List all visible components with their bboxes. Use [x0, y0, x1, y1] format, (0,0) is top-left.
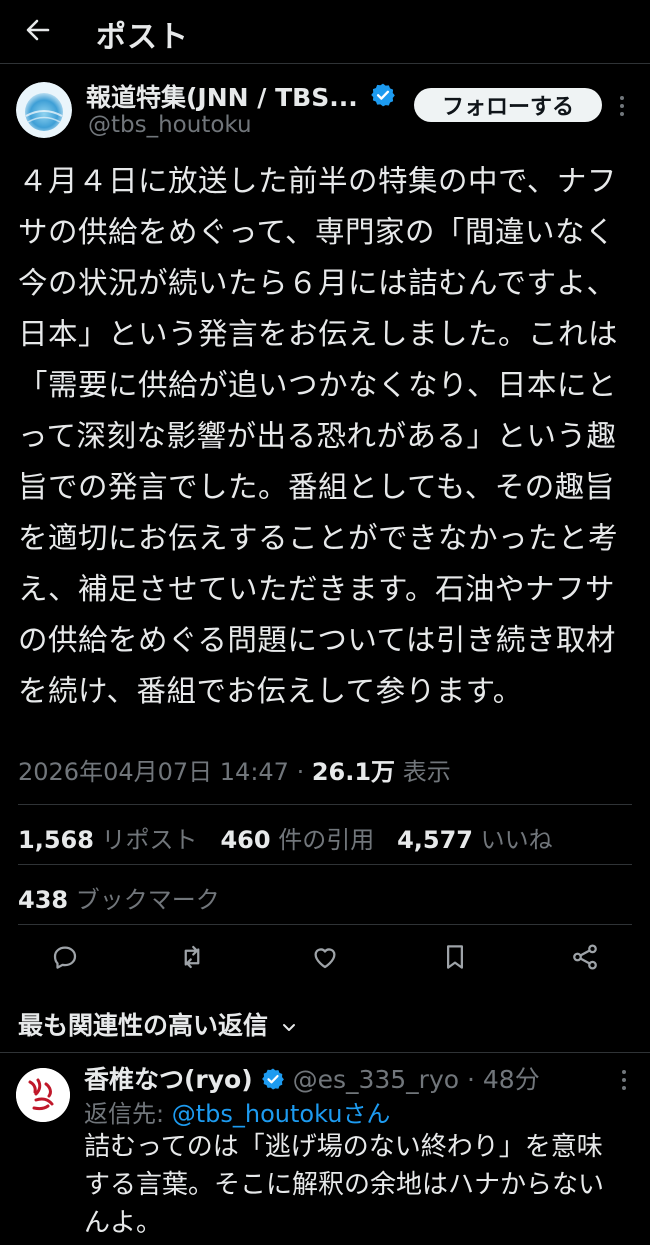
likes-count: 4,577	[397, 826, 474, 854]
quotes-label: 件の引用	[270, 826, 375, 854]
reposts-stat[interactable]: 1,568 リポスト	[18, 826, 198, 854]
sort-label: 最も関連性の高い返信	[18, 1011, 269, 1040]
quotes-stat[interactable]: 460 件の引用	[220, 826, 374, 854]
share-icon[interactable]	[570, 942, 600, 972]
post-text: ４月４日に放送した前半の特集の中で、ナフサの供給をめぐって、専門家の「間違いなく…	[18, 164, 619, 708]
author-handle[interactable]: @tbs_houtoku	[88, 112, 252, 138]
reply-author-name[interactable]: 香椎なつ(ryo)	[84, 1065, 253, 1094]
more-options-icon[interactable]	[620, 1068, 628, 1092]
views-count: 26.1万	[311, 758, 396, 786]
chevron-down-icon	[281, 1019, 297, 1035]
reply-to: 返信先: @tbs_houtokuさん	[84, 1094, 390, 1129]
avatar[interactable]	[16, 82, 72, 138]
divider	[18, 864, 632, 865]
views-label: 表示	[395, 758, 451, 786]
reposts-label: リポスト	[93, 826, 198, 854]
reply-header: 香椎なつ(ryo) @es_335_ryo · 48分	[84, 1060, 540, 1096]
reply-to-prefix: 返信先:	[84, 1100, 172, 1128]
reply-author-handle[interactable]: @es_335_ryo	[293, 1065, 460, 1094]
reply-to-link[interactable]: @tbs_houtokuさん	[172, 1100, 391, 1128]
divider	[18, 924, 632, 925]
post-meta: 2026年04月07日 14:47 · 26.1万 表示	[18, 752, 451, 787]
meta-separator: ·	[288, 758, 312, 786]
bookmark-icon[interactable]	[440, 942, 470, 972]
reply-text: 詰むってのは「逃げ場のない終わり」を意味する言葉。そこに解釈の余地はハナからない…	[84, 1132, 605, 1238]
likes-label: いいね	[473, 826, 553, 854]
engagement-stats: 1,568 リポスト 460 件の引用 4,577 いいね	[18, 820, 553, 855]
like-icon[interactable]	[310, 942, 340, 972]
arrow-left-icon[interactable]	[22, 14, 54, 46]
reply-separator: ·	[459, 1065, 483, 1094]
reply-time[interactable]: 48分	[483, 1065, 540, 1094]
divider	[0, 1052, 650, 1053]
verified-badge-icon	[261, 1067, 285, 1091]
follow-button[interactable]: フォローする	[414, 88, 602, 122]
reply-icon[interactable]	[50, 942, 80, 972]
author-name[interactable]: 報道特集(JNN / TBS...	[86, 78, 358, 114]
top-bar: ポスト	[0, 0, 650, 64]
bookmarks-count: 438	[18, 886, 69, 914]
bookmarks-label: ブックマーク	[68, 886, 220, 914]
verified-badge-icon	[370, 82, 396, 108]
reply-sort-dropdown[interactable]: 最も関連性の高い返信	[18, 1006, 297, 1042]
likes-stat[interactable]: 4,577 いいね	[397, 826, 553, 854]
reposts-count: 1,568	[18, 826, 94, 854]
reply-avatar[interactable]	[16, 1068, 70, 1122]
page-title: ポスト	[96, 20, 189, 55]
quotes-count: 460	[220, 826, 271, 854]
post-timestamp[interactable]: 2026年04月07日 14:47	[18, 758, 289, 786]
repost-icon[interactable]	[177, 942, 207, 972]
divider	[18, 804, 632, 805]
bookmarks-stat[interactable]: 438 ブックマーク	[18, 880, 220, 915]
more-options-icon[interactable]	[618, 94, 626, 118]
